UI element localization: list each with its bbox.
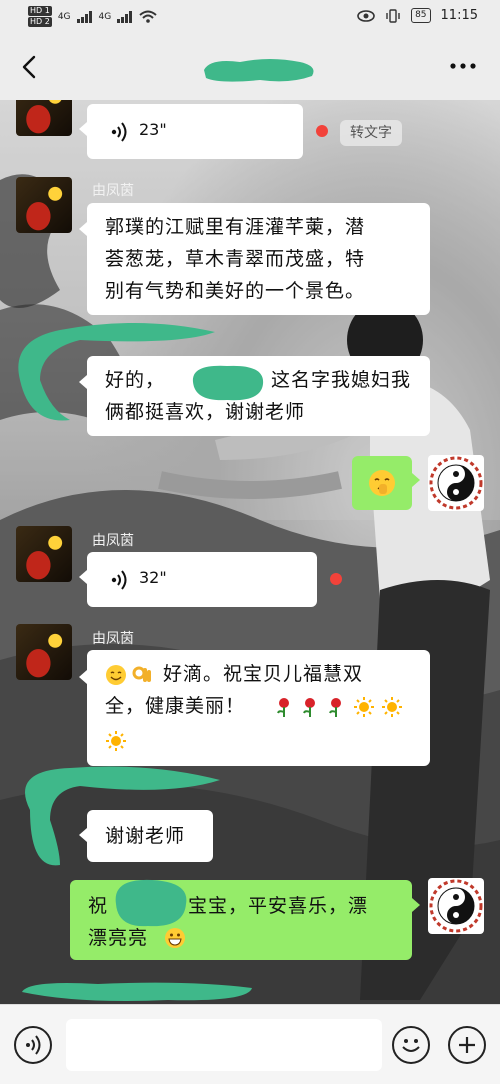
voice-wave-icon [111, 122, 127, 142]
text-message-bubble[interactable]: 谢谢老师 [87, 810, 213, 862]
message-line: 别有气势和美好的一个景色。 [105, 280, 366, 302]
contact-avatar[interactable] [16, 177, 72, 233]
sun-emoji-icon [382, 697, 402, 717]
message-line: 这名字我媳妇我 [271, 369, 412, 391]
hd-indicators: HD 1 HD 2 [28, 6, 52, 27]
blushing-face-emoji-icon [369, 470, 395, 496]
redacted-chat-title [204, 59, 314, 82]
voice-message-bubble[interactable]: 23" [87, 104, 303, 159]
hd2-badge: HD 2 [28, 17, 52, 27]
voice-duration: 32" [139, 568, 167, 587]
wifi-icon [139, 10, 157, 23]
message-line: 漂亮亮 [88, 927, 149, 949]
unread-dot [330, 573, 342, 585]
convert-to-text-button[interactable]: 转文字 [340, 120, 402, 146]
text-message-bubble[interactable]: 好滴。祝宝贝儿福慧双 全，健康美丽！ [87, 650, 430, 766]
input-bar [0, 1004, 500, 1084]
sent-emoji-bubble[interactable] [352, 456, 412, 510]
message-line: 郭璞的江赋里有涯灌芊萰，潜 [105, 216, 366, 238]
contact-avatar[interactable] [16, 100, 72, 136]
eye-icon [357, 9, 375, 22]
contact-avatar[interactable] [16, 526, 72, 582]
voice-duration: 23" [139, 120, 167, 139]
sun-emoji-icon [106, 731, 126, 751]
text-message-bubble[interactable]: 好的， 这名字我媳妇我 俩都挺喜欢，谢谢老师 [87, 356, 430, 436]
hd1-badge: HD 1 [28, 6, 52, 16]
grinning-face-emoji-icon [165, 928, 185, 948]
network-type-1: 4G [57, 11, 71, 22]
yin-yang-icon [429, 456, 483, 510]
message-input[interactable] [66, 1019, 382, 1071]
smiling-face-emoji-icon [106, 665, 126, 685]
status-left: HD 1 HD 2 4G 4G [28, 6, 157, 27]
bubble-tail [79, 375, 87, 389]
bubble-tail [79, 222, 87, 236]
sender-name: 由凤茵 [92, 533, 134, 549]
ok-hand-emoji-icon [132, 666, 151, 682]
my-avatar[interactable] [428, 455, 484, 511]
bubble-tail [412, 473, 420, 487]
message-line: 宝宝，平安喜乐，漂 [188, 895, 369, 917]
bubble-tail [412, 898, 420, 912]
message-line: 好的， [105, 369, 166, 391]
redacted-partial-message [22, 982, 252, 1001]
message-line: 俩都挺喜欢，谢谢老师 [105, 401, 306, 423]
bubble-tail [79, 828, 87, 842]
message-line: 荟葱茏，草木青翠而茂盛，特 [105, 248, 366, 270]
sender-name: 由凤茵 [92, 183, 134, 199]
my-avatar[interactable] [428, 878, 484, 934]
clock: 11:15 [440, 8, 478, 23]
emoji-icon[interactable] [392, 1026, 430, 1064]
rose-emoji-icon [277, 698, 289, 717]
signal-icon-2 [117, 10, 133, 23]
chat-message-list[interactable]: 23" 转文字 由凤茵 郭璞的江赋里有涯灌芊萰，潜 荟葱茏，草木青翠而茂盛，特 … [0, 100, 500, 1004]
rose-emoji-icon [329, 698, 341, 717]
sender-name: 由凤茵 [92, 631, 134, 647]
status-bar: HD 1 HD 2 4G 4G 85 11:15 [0, 0, 500, 34]
plus-icon[interactable] [448, 1026, 486, 1064]
voice-mode-icon[interactable] [14, 1026, 52, 1064]
bubble-tail [79, 122, 87, 136]
contact-avatar[interactable] [16, 624, 72, 680]
message-line: 谢谢老师 [105, 825, 186, 847]
back-chevron-icon[interactable] [16, 52, 46, 82]
status-right: 85 11:15 [357, 8, 478, 23]
vibrate-icon [386, 8, 400, 23]
unread-dot [316, 125, 328, 137]
network-type-2: 4G [98, 11, 112, 22]
bubble-tail [79, 670, 87, 684]
yin-yang-icon [429, 879, 483, 933]
sent-text-bubble[interactable]: 祝 宝宝，平安喜乐，漂 漂亮亮 [70, 879, 412, 960]
sun-emoji-icon [354, 697, 374, 717]
voice-message-bubble[interactable]: 32" [87, 552, 317, 607]
rose-emoji-icon [303, 698, 315, 717]
signal-icon-1 [76, 10, 92, 23]
text-message-bubble[interactable]: 郭璞的江赋里有涯灌芊萰，潜 荟葱茏，草木青翠而茂盛，特 别有气势和美好的一个景色… [87, 203, 430, 315]
message-line: 全，健康美丽！ [105, 695, 246, 717]
message-line: 祝 [88, 895, 109, 917]
voice-wave-icon [111, 570, 127, 590]
bubble-tail [79, 570, 87, 584]
more-dots-icon[interactable] [448, 56, 478, 76]
message-line: 好滴。祝宝贝儿福慧双 [163, 663, 364, 685]
chat-header [0, 34, 500, 100]
battery-level: 85 [411, 8, 431, 23]
